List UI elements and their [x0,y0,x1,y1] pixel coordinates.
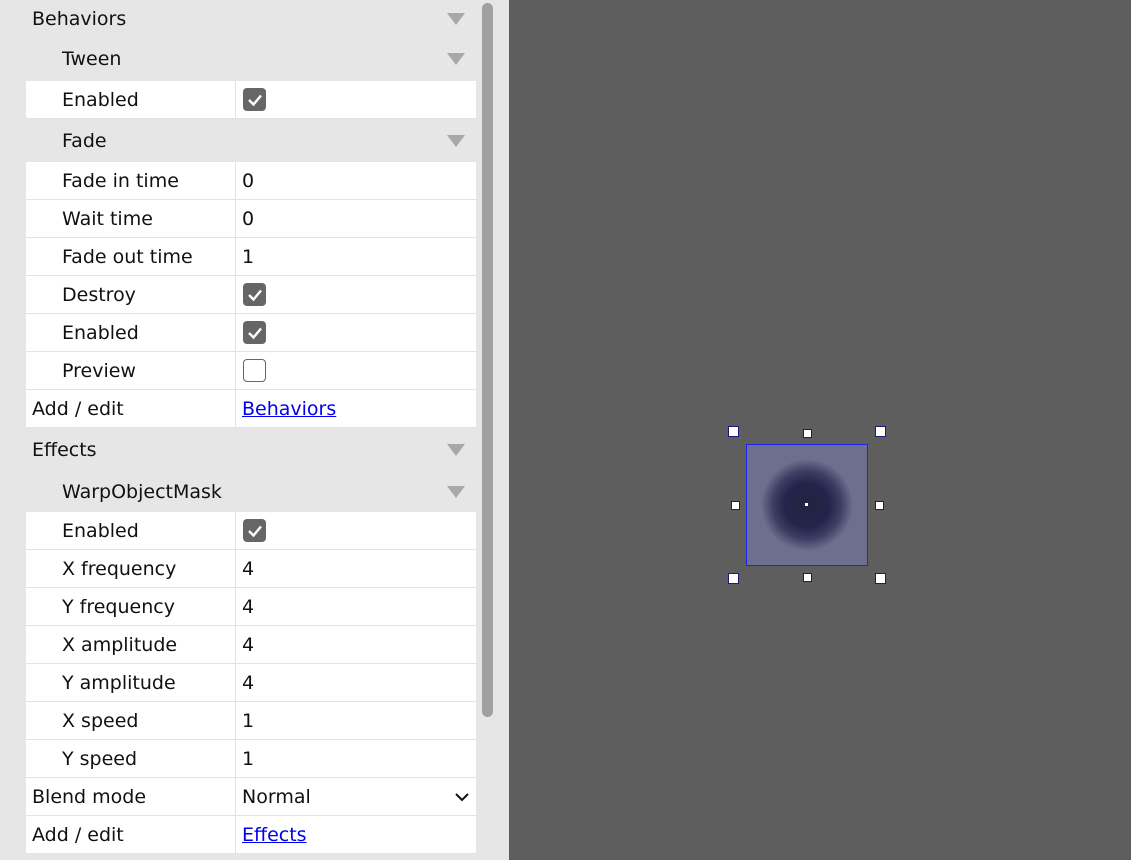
prop-label: Destroy [26,276,236,313]
prop-warp-enabled: Enabled [26,512,476,550]
prop-label: Enabled [26,314,236,351]
resize-handle-right[interactable] [875,501,884,510]
collapse-triangle-icon[interactable] [447,134,465,147]
prop-add-edit-behaviors: Add / edit Behaviors [26,390,476,428]
origin-point [805,503,808,506]
prop-label: Y amplitude [26,664,236,701]
chevron-down-icon [455,792,469,801]
fade-enabled-checkbox[interactable] [243,321,266,344]
prop-label: X speed [26,702,236,739]
x-frequency-value[interactable]: 4 [236,550,476,587]
resize-handle-bottom-right[interactable] [875,573,886,584]
resize-handle-left[interactable] [731,501,740,510]
properties-panel: Behaviors Tween Enabled Fade Fade in tim… [0,0,478,860]
destroy-checkbox[interactable] [243,283,266,306]
group-fade-label: Fade [62,129,107,152]
prop-label: X amplitude [26,626,236,663]
group-fade[interactable]: Fade [26,119,476,162]
resize-handle-top-right[interactable] [875,426,886,437]
collapse-triangle-icon[interactable] [447,444,465,456]
prop-y-amplitude: Y amplitude 4 [26,664,476,702]
behaviors-link[interactable]: Behaviors [242,398,336,420]
group-tween[interactable]: Tween [26,37,476,81]
prop-fade-in-time: Fade in time 0 [26,162,476,200]
check-icon [247,94,262,106]
prop-label: Y speed [26,740,236,777]
prop-label: Fade out time [26,238,236,275]
prop-label: Wait time [26,200,236,237]
properties-scrollbar[interactable] [478,0,509,860]
fade-out-time-value[interactable]: 1 [236,238,476,275]
prop-y-speed: Y speed 1 [26,740,476,778]
section-effects[interactable]: Effects [26,428,476,472]
y-amplitude-value[interactable]: 4 [236,664,476,701]
prop-tween-enabled: Enabled [26,81,476,119]
prop-label: Enabled [26,512,236,549]
blend-mode-value: Normal [242,785,311,808]
x-amplitude-value[interactable]: 4 [236,626,476,663]
section-effects-label: Effects [32,439,97,461]
check-icon [247,289,262,301]
prop-label: Add / edit [26,816,236,853]
collapse-triangle-icon[interactable] [447,53,465,65]
resize-handle-top-left[interactable] [728,426,739,437]
resize-handle-bottom[interactable] [803,573,812,582]
prop-add-edit-effects: Add / edit Effects [26,816,476,854]
layout-canvas[interactable] [509,0,1131,860]
y-speed-value[interactable]: 1 [236,740,476,777]
prop-y-frequency: Y frequency 4 [26,588,476,626]
resize-handle-top[interactable] [803,429,812,438]
collapse-triangle-icon[interactable] [447,12,465,25]
prop-x-speed: X speed 1 [26,702,476,740]
collapse-triangle-icon[interactable] [447,486,465,498]
prop-label: Enabled [26,81,236,118]
effects-link[interactable]: Effects [242,824,307,846]
prop-label: Y frequency [26,588,236,625]
check-icon [247,525,262,537]
fade-in-time-value[interactable]: 0 [236,162,476,199]
check-icon [247,327,262,339]
preview-checkbox[interactable] [243,359,266,382]
prop-blend-mode: Blend mode Normal [26,778,476,816]
y-frequency-value[interactable]: 4 [236,588,476,625]
prop-destroy: Destroy [26,276,476,314]
prop-x-amplitude: X amplitude 4 [26,626,476,664]
warp-enabled-checkbox[interactable] [243,519,266,542]
section-behaviors[interactable]: Behaviors [26,0,476,37]
prop-x-frequency: X frequency 4 [26,550,476,588]
prop-label: Fade in time [26,162,236,199]
blend-mode-select[interactable]: Normal [236,778,476,815]
prop-fade-enabled: Enabled [26,314,476,352]
prop-wait-time: Wait time 0 [26,200,476,238]
group-tween-label: Tween [62,48,122,70]
prop-label: Preview [26,352,236,389]
prop-fade-out-time: Fade out time 1 [26,238,476,276]
section-behaviors-label: Behaviors [32,7,127,30]
resize-handle-bottom-left[interactable] [728,573,739,584]
prop-label: X frequency [26,550,236,587]
prop-label: Add / edit [26,390,236,427]
group-warp-label: WarpObjectMask [62,481,222,503]
wait-time-value[interactable]: 0 [236,200,476,237]
prop-preview: Preview [26,352,476,390]
properties-list: Behaviors Tween Enabled Fade Fade in tim… [26,0,476,854]
scrollbar-thumb[interactable] [482,3,493,717]
tween-enabled-checkbox[interactable] [243,88,266,111]
group-warpobjectmask[interactable]: WarpObjectMask [26,472,476,512]
prop-label: Blend mode [26,778,236,815]
x-speed-value[interactable]: 1 [236,702,476,739]
